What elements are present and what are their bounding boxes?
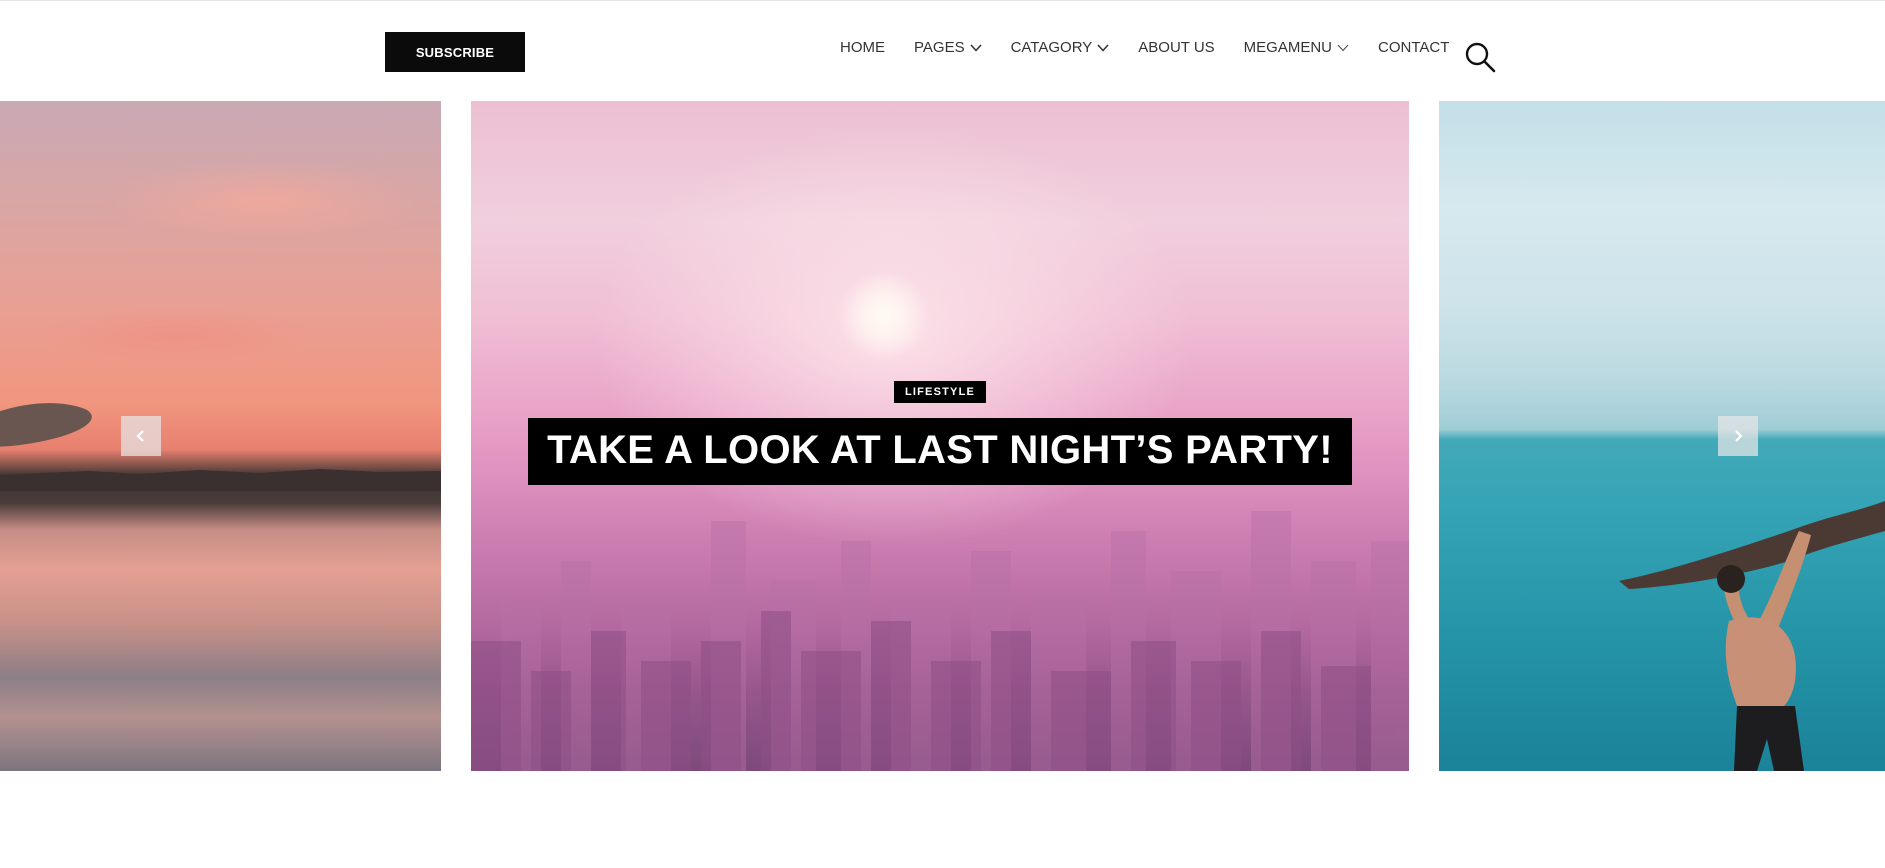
- slide-active[interactable]: LIFESTYLE TAKE A LOOK AT LAST NIGHT’S PA…: [471, 101, 1409, 771]
- nav-item-label: PAGES: [914, 39, 965, 56]
- chevron-left-icon: [136, 430, 144, 442]
- slide-title[interactable]: TAKE A LOOK AT LAST NIGHT’S PARTY!: [528, 418, 1352, 485]
- slide-caption: LIFESTYLE TAKE A LOOK AT LAST NIGHT’S PA…: [471, 381, 1409, 485]
- nav-item-label: CONTACT: [1378, 39, 1450, 56]
- category-badge[interactable]: LIFESTYLE: [893, 381, 987, 403]
- nav-item-label: CATAGORY: [1010, 39, 1093, 56]
- nav-item-contact[interactable]: CONTACT: [1378, 39, 1449, 56]
- slider-next-button[interactable]: [1718, 416, 1758, 456]
- nav-item-about-us[interactable]: ABOUT US: [1138, 39, 1214, 56]
- surfboard-image: [0, 403, 92, 447]
- main-nav: HOME PAGES CATAGORY ABOUT US MEGAMENU CO…: [840, 39, 1449, 56]
- nav-item-label: ABOUT US: [1138, 39, 1215, 56]
- nav-item-megamenu[interactable]: MEGAMENU: [1244, 39, 1349, 56]
- chevron-down-icon: [1337, 44, 1349, 51]
- nav-item-catagory[interactable]: CATAGORY: [1011, 39, 1110, 56]
- hero-slider: LIFESTYLE TAKE A LOOK AT LAST NIGHT’S PA…: [0, 101, 1885, 771]
- search-icon[interactable]: [1464, 41, 1496, 73]
- nav-item-label: MEGAMENU: [1243, 39, 1333, 56]
- city-skyline-image: [471, 511, 1409, 771]
- nav-item-label: HOME: [840, 39, 885, 56]
- chevron-right-icon: [1735, 430, 1743, 442]
- subscribe-button[interactable]: SUBSCRIBE: [385, 32, 525, 72]
- nav-item-home[interactable]: HOME: [840, 39, 885, 56]
- slide-next[interactable]: [1439, 101, 1885, 771]
- shoreline-silhouette: [0, 469, 441, 491]
- site-header: SUBSCRIBE HOME PAGES CATAGORY ABOUT US M…: [0, 0, 1885, 100]
- man-with-driftwood-image: [1619, 501, 1885, 771]
- slider-prev-button[interactable]: [121, 416, 161, 456]
- chevron-down-icon: [1097, 43, 1109, 52]
- chevron-down-icon: [970, 43, 982, 52]
- slide-previous[interactable]: [0, 101, 441, 771]
- nav-item-pages[interactable]: PAGES: [914, 39, 982, 56]
